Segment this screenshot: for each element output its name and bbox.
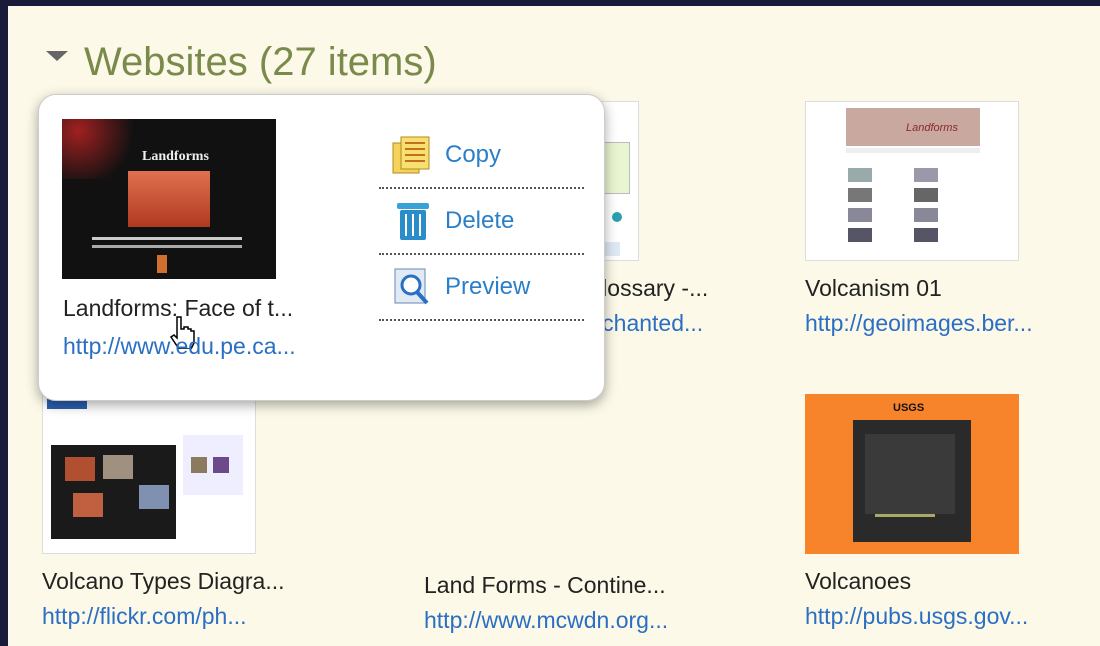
trash-icon <box>397 203 429 240</box>
section-header: Websites (27 items) <box>46 40 437 85</box>
list-item[interactable]: USGS Volcanoes http://pubs.usgs.gov... <box>805 394 1100 630</box>
item-url[interactable]: http://geoimages.ber... <box>805 310 1100 337</box>
item-title: Land Forms - Contine... <box>424 572 666 598</box>
webpage-thumbnail[interactable]: Landforms <box>62 119 276 279</box>
content-area: Websites (27 items) ...lossary -... ...c… <box>0 0 1100 646</box>
webpage-thumbnail[interactable]: Landforms <box>805 101 1019 261</box>
delete-button[interactable]: Delete <box>379 189 584 255</box>
copy-label: Copy <box>445 141 502 168</box>
thumb-heading: Landforms <box>906 122 958 134</box>
list-item[interactable]: Volcano Types Diagra... http://flickr.co… <box>42 394 342 630</box>
item-title: Volcano Types Diagra... <box>42 568 285 594</box>
item-title: Volcanoes <box>805 568 912 594</box>
item-url[interactable]: http://flickr.com/ph... <box>42 603 342 630</box>
preview-icon <box>394 268 429 305</box>
copy-icon <box>392 136 430 174</box>
delete-label: Delete <box>445 207 515 234</box>
preview-label: Preview <box>445 273 531 300</box>
preview-button[interactable]: Preview <box>379 255 584 321</box>
copy-button[interactable]: Copy <box>379 123 584 189</box>
item-title: Volcanism 01 <box>805 275 942 301</box>
section-title: Websites (27 items) <box>84 40 437 84</box>
action-menu: Copy Delete Preview <box>379 123 584 321</box>
collapse-triangle-icon[interactable] <box>46 50 68 61</box>
usgs-cover-thumbnail[interactable]: USGS <box>805 394 1019 554</box>
item-title: Landforms: Face of t... <box>63 295 294 321</box>
flickr-thumbnail[interactable] <box>42 394 256 554</box>
thumb-heading: USGS <box>893 402 925 414</box>
item-url[interactable]: http://www.edu.pe.ca... <box>63 333 296 360</box>
item-url[interactable]: http://pubs.usgs.gov... <box>805 603 1100 630</box>
list-item[interactable]: Landforms Volcanism 01 http://geoimages.… <box>805 101 1100 337</box>
item-actions-popup: Landforms Landforms: Face of t... http:/… <box>38 94 605 401</box>
thumb-heading: Landforms <box>142 149 209 164</box>
list-item[interactable]: Land Forms - Contine... http://www.mcwdn… <box>424 562 724 634</box>
item-url[interactable]: http://www.mcwdn.org... <box>424 607 724 634</box>
